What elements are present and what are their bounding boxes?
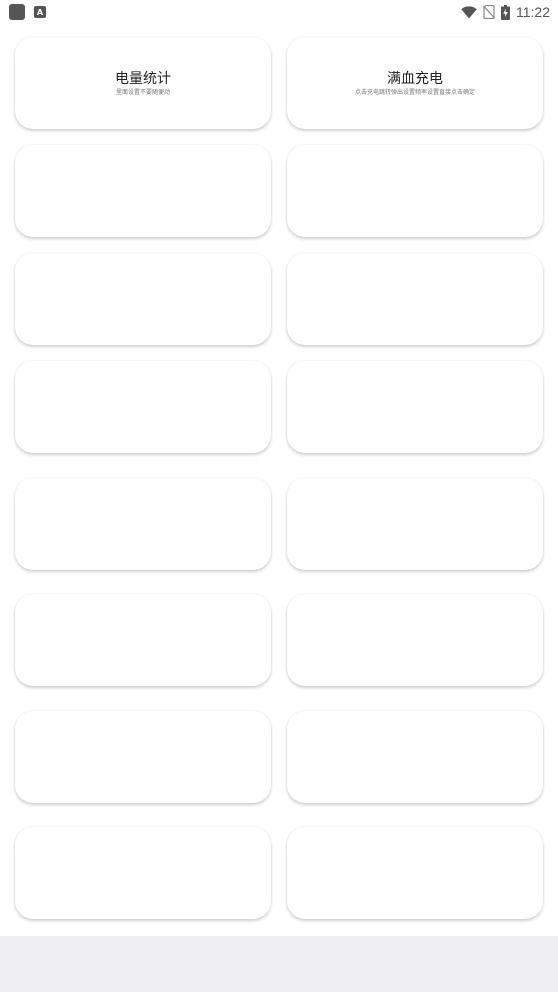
a-icon: A <box>34 6 46 18</box>
card-empty[interactable] <box>15 594 271 686</box>
card-empty[interactable] <box>287 253 543 345</box>
bottom-bar <box>0 936 558 992</box>
card-title: 满血充电 <box>387 70 443 87</box>
no-sim-icon <box>483 5 495 19</box>
wifi-icon <box>461 5 477 19</box>
clock-time: 11:22 <box>516 4 550 20</box>
card-full-charge[interactable]: 满血充电 点击充电跳转弹出设置频率设置直接点击确定 <box>287 37 543 129</box>
card-empty[interactable] <box>287 145 543 237</box>
status-bar-right: 11:22 <box>461 4 550 20</box>
battery-charging-icon <box>501 4 510 20</box>
card-empty[interactable] <box>15 711 271 803</box>
card-subtitle: 点击充电跳转弹出设置频率设置直接点击确定 <box>354 88 475 96</box>
app-icon <box>9 4 25 20</box>
card-empty[interactable] <box>15 827 271 919</box>
card-empty[interactable] <box>287 478 543 570</box>
card-empty[interactable] <box>287 711 543 803</box>
card-empty[interactable] <box>15 145 271 237</box>
card-empty[interactable] <box>15 478 271 570</box>
card-empty[interactable] <box>287 361 543 453</box>
card-empty[interactable] <box>15 361 271 453</box>
card-subtitle: 里面设置不要随便动 <box>115 88 170 96</box>
card-title: 电量统计 <box>115 70 171 87</box>
status-bar-left: A <box>9 4 46 20</box>
status-bar: A 11:22 <box>0 0 558 24</box>
card-empty[interactable] <box>287 827 543 919</box>
card-empty[interactable] <box>287 594 543 686</box>
card-battery-stats[interactable]: 电量统计 里面设置不要随便动 <box>15 37 271 129</box>
card-empty[interactable] <box>15 253 271 345</box>
